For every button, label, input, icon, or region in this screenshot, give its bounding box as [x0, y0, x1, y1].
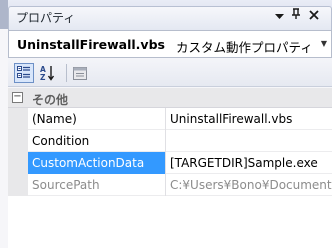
property-grid: − その他 (Name) UninstallFirewall.vbs Condi… [8, 88, 332, 248]
row-gutter [8, 174, 28, 196]
property-row-name[interactable]: (Name) UninstallFirewall.vbs [8, 108, 332, 130]
dropdown-arrow-icon[interactable] [272, 8, 286, 24]
selected-object-type: カスタム動作プロパティ [176, 40, 313, 55]
property-value: C:¥Users¥Bono¥Documents [170, 178, 332, 192]
close-icon[interactable] [307, 8, 321, 24]
property-value[interactable]: UninstallFirewall.vbs [166, 108, 332, 130]
window-edge [0, 0, 8, 29]
category-label: その他 [32, 93, 69, 107]
toolbar-separator [66, 64, 67, 82]
property-row-condition[interactable]: Condition [8, 130, 332, 152]
row-gutter [8, 108, 28, 130]
row-gutter [8, 152, 28, 174]
collapse-icon[interactable]: − [12, 92, 23, 103]
property-pages-button[interactable] [70, 63, 90, 83]
category-row-misc[interactable]: − その他 [8, 88, 332, 108]
properties-title-bar: プロパティ [0, 0, 332, 30]
svg-text:Z: Z [40, 73, 46, 81]
alphabetical-button[interactable]: A Z [38, 63, 58, 83]
property-pages-icon [73, 66, 87, 80]
pin-icon[interactable] [289, 8, 303, 24]
property-name: (Name) [28, 108, 166, 130]
chevron-down-icon[interactable]: ▼ [321, 39, 327, 48]
property-name: Condition [28, 130, 166, 152]
selected-object-name: UninstallFirewall.vbs [17, 37, 165, 52]
property-value[interactable]: [TARGETDIR]Sample.exe [166, 152, 332, 174]
row-gutter [8, 130, 28, 152]
property-name: SourcePath [28, 174, 166, 196]
property-row-sourcepath[interactable]: SourcePath C:¥Users¥Bono¥Documents [8, 174, 332, 196]
categorized-icon [17, 66, 30, 78]
property-name: CustomActionData [28, 152, 166, 174]
property-row-customactiondata[interactable]: CustomActionData [TARGETDIR]Sample.exe [8, 152, 332, 174]
object-selector[interactable]: UninstallFirewall.vbs カスタム動作プロパティ ▼ [8, 30, 332, 58]
properties-toolbar: A Z [8, 58, 332, 87]
categorized-button[interactable] [14, 63, 34, 83]
alphabetical-sort-icon: A Z [40, 65, 55, 81]
property-value[interactable] [166, 130, 332, 152]
panel-title: プロパティ [16, 11, 76, 25]
